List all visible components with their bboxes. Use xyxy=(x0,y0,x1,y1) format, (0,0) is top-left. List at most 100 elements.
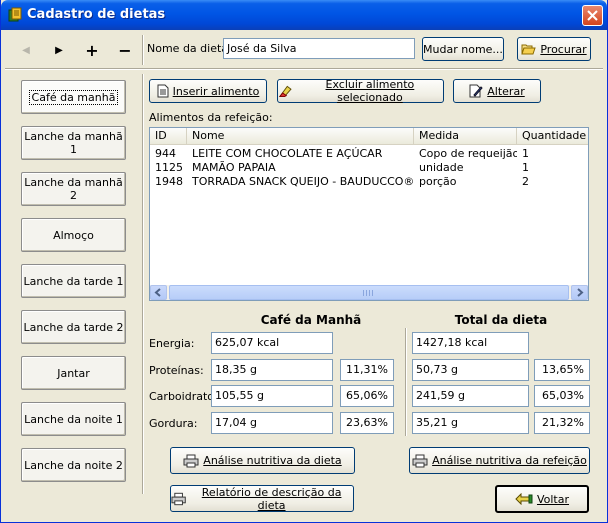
back-button[interactable]: Voltar xyxy=(495,485,589,513)
chevron-left-icon xyxy=(154,288,161,297)
meal-button[interactable]: Lanche da tarde 2 xyxy=(21,310,126,344)
total-carbs-value: 241,59 g xyxy=(412,385,529,407)
summary-divider xyxy=(405,328,407,436)
table-row[interactable]: 1948 TORRADA SNACK QUEIJO - BAUDUCCO® porç… xyxy=(150,175,588,189)
close-button[interactable] xyxy=(582,5,603,26)
meal-fat-percent: 23,63% xyxy=(340,412,394,434)
column-header-quantity[interactable]: Quantidade xyxy=(517,128,588,145)
table-cell-name: TORRADA SNACK QUEIJO - BAUDUCCO® xyxy=(192,175,414,188)
column-header-name[interactable]: Nome xyxy=(187,128,414,145)
table-cell-name: MAMÃO PAPAIA xyxy=(192,161,276,174)
meal-button-label: Lanche da tarde 1 xyxy=(23,274,124,288)
diet-report-button[interactable]: Relatório de descrição da dieta xyxy=(170,485,354,512)
meal-button-label: Café da manhã xyxy=(28,89,119,105)
diet-name-label: Nome da dieta: xyxy=(147,42,232,55)
app-icon xyxy=(8,7,22,22)
next-diet-button[interactable]: ▶ xyxy=(44,36,74,64)
table-row[interactable]: 944 LEITE COM CHOCOLATE E AÇÚCAR Copo de r… xyxy=(150,147,588,161)
energy-label: Energia: xyxy=(149,337,195,350)
table-cell-qty: 1 xyxy=(522,161,529,174)
eraser-icon xyxy=(278,85,292,98)
meal-carbs-percent: 65,06% xyxy=(340,385,394,407)
meal-button[interactable]: Café da manhã xyxy=(21,80,126,114)
plus-icon: + xyxy=(85,40,99,60)
table-cell-id: 1948 xyxy=(155,175,183,188)
protein-label: Proteínas: xyxy=(149,364,204,377)
fat-label: Gordura: xyxy=(149,417,198,430)
total-carbs-percent: 65,03% xyxy=(534,385,590,407)
table-cell-id: 1125 xyxy=(155,161,183,174)
edit-document-icon xyxy=(469,84,483,98)
meal-button-label: Lanche da noite 1 xyxy=(24,412,123,426)
remove-diet-button[interactable]: − xyxy=(110,36,140,64)
total-fat-value: 35,21 g xyxy=(412,412,529,434)
meal-button-label: Jantar xyxy=(57,366,90,380)
table-row[interactable]: 1125 MAMÃO PAPAIA unidade 1 xyxy=(150,161,588,175)
meal-button[interactable]: Lanche da noite 1 xyxy=(21,402,126,436)
diet-name-input[interactable]: José da Silva xyxy=(223,38,415,59)
scroll-left-button[interactable] xyxy=(150,285,167,300)
window-title: Cadastro de dietas xyxy=(27,7,166,22)
table-cell-id: 944 xyxy=(155,147,176,160)
toolbar-divider xyxy=(142,35,144,65)
chevron-right-icon xyxy=(577,288,584,297)
sidebar-divider xyxy=(142,74,144,494)
table-cell-measure: Copo de requeijão xyxy=(419,147,517,160)
table-cell-measure: unidade xyxy=(419,161,464,174)
meal-button[interactable]: Lanche da manhã 2 xyxy=(21,172,126,206)
printer-icon xyxy=(412,454,428,467)
meal-button-label: Lanche da noite 2 xyxy=(24,458,123,472)
arrow-left-icon: ◀ xyxy=(22,44,30,56)
meal-button-label: Almoço xyxy=(53,228,94,242)
previous-diet-button[interactable]: ◀ xyxy=(11,36,41,64)
scroll-thumb[interactable] xyxy=(169,285,569,300)
foods-list-header: ID Nome Medida Quantidade xyxy=(150,128,588,145)
rename-button[interactable]: Mudar nome... xyxy=(422,37,504,61)
meal-button[interactable]: Lanche da tarde 1 xyxy=(21,264,126,298)
printer-icon xyxy=(171,492,186,505)
folder-open-icon xyxy=(521,44,537,55)
total-energy-value: 1427,18 kcal xyxy=(412,332,529,354)
back-arrow-icon xyxy=(515,493,533,505)
meal-button[interactable]: Almoço xyxy=(21,218,126,252)
meal-carbs-value: 105,55 g xyxy=(211,385,333,407)
meal-summary-title: Café da Manhã xyxy=(260,313,362,327)
total-fat-percent: 21,32% xyxy=(534,412,590,434)
table-cell-qty: 1 xyxy=(522,147,529,160)
title-bar[interactable]: Cadastro de dietas xyxy=(1,0,607,30)
meal-button-label: Lanche da tarde 2 xyxy=(23,320,124,334)
document-icon xyxy=(157,84,169,98)
total-protein-percent: 13,65% xyxy=(534,359,590,381)
column-header-id[interactable]: ID xyxy=(150,128,187,145)
table-cell-qty: 2 xyxy=(522,175,529,188)
table-cell-name: LEITE COM CHOCOLATE E AÇÚCAR xyxy=(192,147,383,160)
foods-caption: Alimentos da refeição: xyxy=(149,111,273,124)
printer-icon xyxy=(183,454,199,467)
diet-analysis-button[interactable]: Análise nutritiva da dieta xyxy=(170,447,355,474)
meal-button[interactable]: Lanche da noite 2 xyxy=(21,448,126,482)
edit-food-button[interactable]: Alterar xyxy=(453,79,541,103)
search-button[interactable]: Procurar xyxy=(517,37,591,61)
delete-food-button[interactable]: Excluir alimento selecionado xyxy=(277,78,444,104)
close-icon xyxy=(587,10,598,21)
foods-list[interactable]: ID Nome Medida Quantidade 944 LEITE COM C… xyxy=(149,127,589,301)
meal-button-label: Lanche da manhã 2 xyxy=(24,176,123,202)
insert-food-button[interactable]: Inserir alimento xyxy=(149,79,267,103)
meal-button[interactable]: Jantar xyxy=(21,356,126,390)
total-summary-title: Total da dieta xyxy=(454,313,548,327)
meal-button-label: Lanche da manhã 1 xyxy=(24,130,123,156)
meal-button[interactable]: Lanche da manhã 1 xyxy=(21,126,126,160)
add-diet-button[interactable]: + xyxy=(77,36,107,64)
meal-energy-value: 625,07 kcal xyxy=(211,332,333,354)
scroll-right-button[interactable] xyxy=(571,285,588,300)
horizontal-scrollbar[interactable] xyxy=(150,285,588,300)
meal-protein-percent: 11,31% xyxy=(340,359,394,381)
meal-analysis-button[interactable]: Análise nutritiva da refeição xyxy=(409,447,590,474)
column-header-measure[interactable]: Medida xyxy=(414,128,517,145)
meal-fat-value: 17,04 g xyxy=(211,412,333,434)
total-protein-value: 50,73 g xyxy=(412,359,529,381)
minus-icon: − xyxy=(118,40,132,60)
toolbar-separator xyxy=(5,68,603,70)
arrow-right-icon: ▶ xyxy=(55,44,63,56)
table-cell-measure: porção xyxy=(419,175,457,188)
